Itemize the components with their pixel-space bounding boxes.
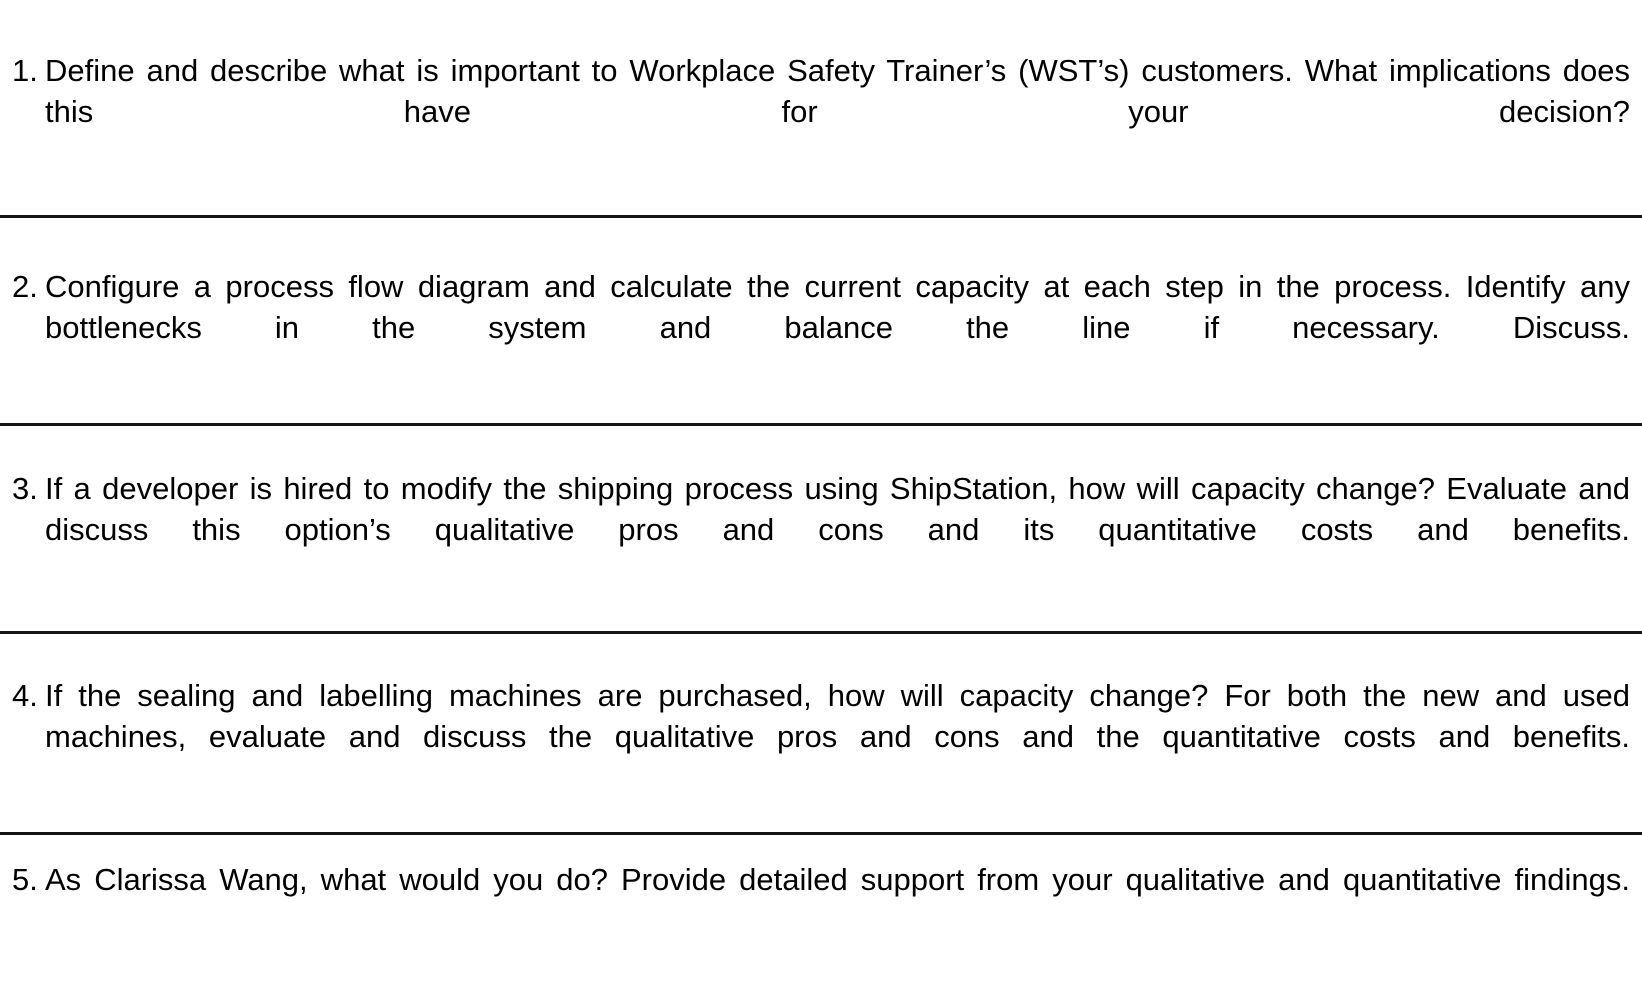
question-item-4: 4. If the sealing and labelling machines… bbox=[0, 634, 1642, 798]
question-text-5: As Clarissa Wang, what would you do? Pro… bbox=[45, 862, 1630, 897]
question-list: 1. Define and describe what is important… bbox=[0, 0, 1642, 941]
question-number-3: 3. bbox=[12, 471, 38, 506]
question-item-3: 3. If a developer is hired to modify the… bbox=[0, 426, 1642, 591]
question-number-1: 1. bbox=[12, 53, 38, 88]
question-number-2: 2. bbox=[12, 269, 38, 304]
question-text-1: Define and describe what is important to… bbox=[45, 53, 1630, 129]
question-item-1: 1. Define and describe what is important… bbox=[0, 0, 1642, 173]
question-text-4: If the sealing and labelling machines ar… bbox=[45, 678, 1630, 754]
question-item-2: 2. Configure a process flow diagram and … bbox=[0, 218, 1642, 389]
question-item-5: 5. As Clarissa Wang, what would you do? … bbox=[0, 835, 1642, 941]
document-page: 1. Define and describe what is important… bbox=[0, 0, 1642, 1008]
question-text-3: If a developer is hired to modify the sh… bbox=[45, 471, 1630, 547]
question-text-2: Configure a process flow diagram and cal… bbox=[45, 269, 1630, 345]
question-number-5: 5. bbox=[12, 862, 38, 897]
question-number-4: 4. bbox=[12, 678, 38, 713]
